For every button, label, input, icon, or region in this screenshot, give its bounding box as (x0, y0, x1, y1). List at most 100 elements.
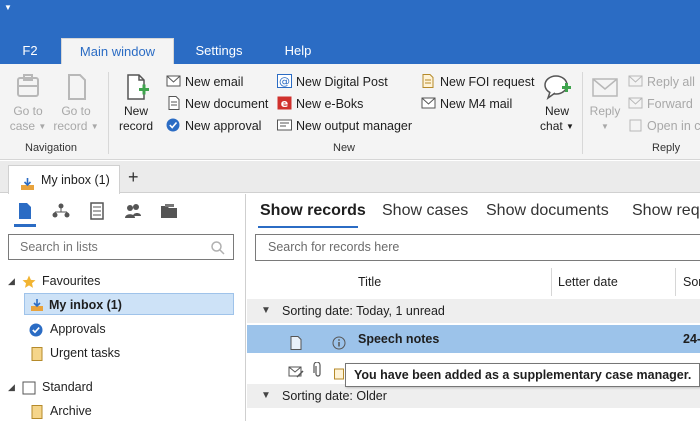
column-separator[interactable] (675, 268, 676, 296)
chevron-down-icon: ▼ (261, 305, 271, 316)
record-search-field[interactable]: Search for records here (255, 234, 700, 261)
approval-icon (166, 118, 181, 132)
users-icon[interactable] (124, 202, 142, 220)
go-to-record-label-2: record (53, 119, 88, 133)
search-icon (211, 239, 225, 263)
tab-show-cases[interactable]: Show cases (382, 202, 468, 220)
new-record-label-1: New (123, 104, 148, 118)
go-to-case-label-2: case (9, 119, 36, 133)
tree-item-standard[interactable]: Standard (20, 376, 230, 398)
new-foi-request-button[interactable]: New FOI request (421, 73, 534, 91)
chat-icon (542, 72, 572, 102)
tab-show-records[interactable]: Show records (260, 202, 366, 220)
column-sorting-date[interactable]: Sor (683, 268, 700, 296)
open-in-case-button[interactable]: Open in ca (628, 117, 700, 135)
tab-main-window[interactable]: Main window (61, 38, 174, 64)
folders-icon[interactable] (160, 202, 178, 220)
tree-item-urgent-tasks[interactable]: Urgent tasks (24, 342, 234, 364)
group-separator (582, 72, 583, 154)
table-row[interactable]: Speech notes 24- (247, 325, 700, 353)
tab-show-documents[interactable]: Show documents (486, 202, 609, 220)
tree-item-my-inbox[interactable]: My inbox (1) (24, 293, 234, 315)
reply-label: Reply (589, 104, 621, 118)
reply-button[interactable]: Reply ▼ (586, 72, 624, 134)
tree-item-label: Favourites (42, 274, 101, 288)
new-output-manager-label: New output manager (296, 119, 413, 133)
tab-f2[interactable]: F2 (0, 38, 60, 64)
org-chart-icon[interactable] (52, 202, 70, 220)
new-m4-mail-button[interactable]: New M4 mail (421, 95, 512, 113)
tree-item-label: My inbox (1) (49, 298, 122, 312)
new-approval-button[interactable]: New approval (166, 117, 261, 135)
email-icon (166, 74, 181, 88)
at-sign-icon: @ (277, 74, 292, 88)
title-bar: ▼ F2 Main window Settings Help (0, 0, 700, 64)
table-row[interactable] (247, 410, 700, 421)
list-icon[interactable] (88, 202, 106, 220)
reply-all-button[interactable]: Reply all ▼ (628, 73, 700, 91)
go-to-case-button[interactable]: Go to case ▼ (6, 72, 50, 134)
tab-my-inbox[interactable]: My inbox (1) (8, 165, 120, 194)
chevron-down-icon: ▼ (261, 390, 271, 401)
new-digital-post-button[interactable]: @ New Digital Post (277, 73, 388, 91)
row-title: Speech notes (358, 332, 440, 346)
records-icon[interactable] (16, 202, 34, 220)
reply-group-label: Reply (652, 142, 681, 154)
new-record-label-2: record (118, 119, 153, 133)
inbox-icon (20, 173, 35, 190)
group-header-older[interactable]: ▼ Sorting date: Older (247, 384, 700, 408)
new-document-button[interactable]: New document (166, 95, 268, 113)
tab-my-inbox-label: My inbox (1) (41, 173, 110, 187)
new-document-label: New document (185, 97, 269, 111)
favourites-collapse-toggle[interactable]: ◢ (8, 276, 15, 287)
archive-icon (30, 404, 44, 419)
forward-button[interactable]: Forward (628, 95, 693, 113)
row-sorting-date: 24- (683, 332, 700, 346)
tree-item-label: Standard (42, 380, 93, 394)
new-group-label: New (333, 142, 356, 154)
tree-item-favourites[interactable]: Favourites (20, 270, 230, 292)
go-to-case-label-1: Go to (13, 104, 43, 118)
m4-mail-icon (421, 96, 436, 110)
list-search-input[interactable] (20, 240, 200, 254)
system-menu-icon[interactable]: ▼ (4, 4, 14, 12)
tree-item-approvals[interactable]: Approvals (24, 318, 234, 340)
list-search-field[interactable] (8, 234, 234, 260)
new-eboks-label: New e-Boks (296, 97, 364, 111)
inbox-icon (30, 297, 44, 311)
open-in-case-icon (628, 118, 643, 132)
new-eboks-button[interactable]: e New e-Boks (277, 95, 363, 113)
new-chat-button[interactable]: New chat ▼ (536, 72, 578, 134)
go-to-record-label-1: Go to (61, 104, 91, 118)
group-header-label: Sorting date: Today, 1 unread (282, 304, 445, 318)
column-letter-date[interactable]: Letter date (558, 268, 618, 296)
standard-collapse-toggle[interactable]: ◢ (8, 382, 15, 393)
column-separator[interactable] (551, 268, 552, 296)
reply-all-label: Reply all (647, 75, 695, 89)
new-email-label: New email (185, 75, 244, 89)
group-separator (108, 72, 109, 154)
open-in-case-label: Open in ca (647, 119, 700, 133)
svg-text:@: @ (279, 75, 290, 88)
new-record-button[interactable]: New record (114, 72, 158, 134)
new-chat-label-1: New (544, 104, 569, 118)
svg-text:e: e (281, 97, 288, 110)
new-email-button[interactable]: New email (166, 73, 243, 91)
column-title[interactable]: Title (358, 268, 381, 296)
document-icon (166, 96, 181, 110)
left-pane: ◢ Favourites My inbox (1) Approvals Urge… (0, 194, 246, 421)
add-tab-button[interactable]: + (128, 167, 139, 187)
row-tooltip: You have been added as a supplementary c… (345, 363, 700, 387)
star-icon (22, 274, 36, 288)
tab-settings[interactable]: Settings (176, 38, 262, 64)
ribbon: Go to case ▼ Go to record ▼ Navigation N… (0, 64, 700, 160)
new-record-icon (121, 72, 151, 102)
go-to-record-button[interactable]: Go to record ▼ (52, 72, 100, 134)
group-header-today[interactable]: ▼ Sorting date: Today, 1 unread (247, 299, 700, 323)
tab-help[interactable]: Help (264, 38, 332, 64)
active-view-underline (14, 224, 36, 227)
tree-item-archive[interactable]: Archive (24, 400, 234, 421)
new-output-manager-button[interactable]: New output manager (277, 117, 412, 135)
tab-show-requests[interactable]: Show requ (632, 202, 700, 220)
tree-item-label: Approvals (50, 322, 106, 336)
